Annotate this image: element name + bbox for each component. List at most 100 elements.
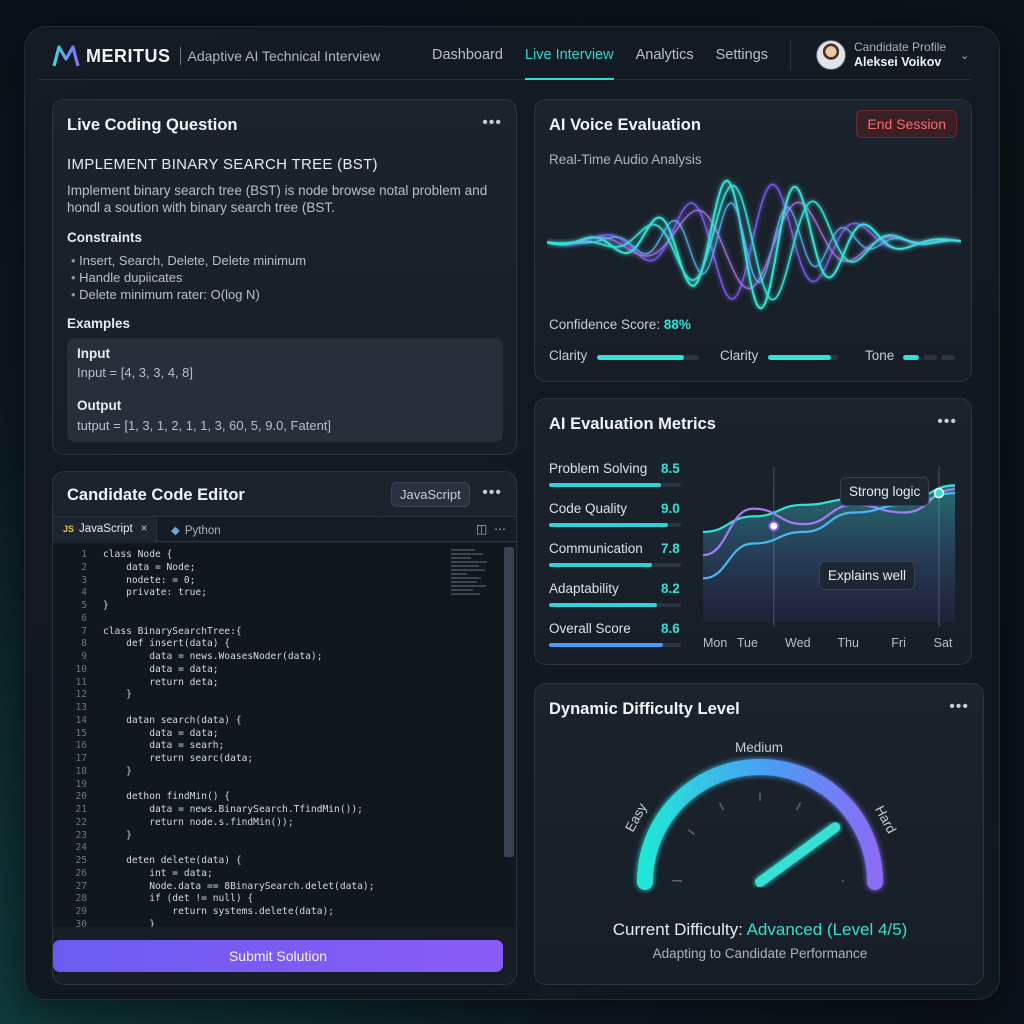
metric-label: Communication [549, 541, 643, 556]
metrics-trend-chart: Mon Tue Wed Thu Fri Sat [703, 467, 956, 650]
submit-solution-button[interactable]: Submit Solution [53, 940, 503, 972]
end-session-button[interactable]: End Session [856, 110, 957, 138]
metric-value: 7.8 [661, 541, 680, 556]
more-options-icon[interactable]: ••• [482, 114, 502, 132]
metric-bar-fill [549, 603, 658, 607]
metric-bar-fill [549, 643, 663, 647]
x-tick-label: Fri [891, 636, 906, 650]
code-editor-card: Candidate Code Editor JavaScript ••• JS J… [52, 471, 517, 985]
code-content[interactable]: class Node { data = Node; nodete: = 0; p… [103, 549, 374, 927]
metric-bar [549, 563, 681, 567]
metric-bar [549, 603, 681, 607]
meter-fill [768, 355, 831, 360]
difficulty-card: Dynamic Difficulty Level ••• Medium Easy… [534, 683, 984, 985]
adapting-text: Adapting to Candidate Performance [652, 946, 868, 961]
meter-label: Clarity [720, 348, 759, 363]
output-value: tutput = [1, 3, 1, 2, 1, 1, 3, 60, 5, 9.… [77, 418, 332, 433]
constraints-title: Constraints [67, 230, 143, 245]
metric-bar [549, 523, 681, 527]
question-description: Implement binary search tree (BST) is no… [67, 183, 488, 215]
metric-label: Problem Solving [549, 461, 648, 476]
metric-bar-fill [549, 523, 668, 527]
scrollbar[interactable] [504, 547, 514, 857]
current-difficulty-label: Current Difficulty: [612, 920, 743, 939]
voice-evaluation-card: AI Voice Evaluation End Session Real-Tim… [534, 99, 972, 382]
difficulty-gauge [637, 759, 883, 890]
list-item: Insert, Search, Delete, Delete minimum [71, 252, 306, 269]
current-difficulty-value: Advanced (Level 4/5) [746, 920, 908, 939]
waveform-line [547, 184, 961, 301]
nav-dashboard[interactable]: Dashboard [432, 30, 503, 80]
profile-menu[interactable]: Candidate Profile Aleksei Voikov ⌄ [816, 40, 969, 70]
list-item: Handle dupiicates [71, 269, 306, 286]
card-title: AI Voice Evaluation [549, 116, 701, 134]
waveform-line [547, 202, 961, 284]
more-options-icon[interactable]: ••• [949, 698, 969, 716]
editor-tools: ◫ ⋯ [476, 522, 506, 536]
minimap[interactable] [451, 549, 491, 605]
chart-annotation: Explains well [819, 561, 916, 590]
javascript-icon: JS [63, 524, 75, 534]
metric-value: 8.6 [661, 621, 680, 636]
metric-bar-fill [549, 563, 652, 567]
waveform-line [547, 183, 961, 300]
divider [179, 47, 181, 65]
tab-label: JavaScript [79, 523, 133, 535]
card-title: AI Evaluation Metrics [549, 415, 716, 433]
confidence-score: Confidence Score: 88% [549, 317, 691, 332]
top-header: MERITUS Adaptive AI Technical Interview … [38, 30, 972, 80]
gauge-tick [796, 802, 802, 811]
more-options-icon[interactable]: ••• [482, 484, 502, 502]
input-label: Input [77, 346, 110, 361]
nav-settings[interactable]: Settings [716, 30, 768, 80]
profile-label: Candidate Profile [854, 40, 947, 54]
x-tick-label: Wed [785, 636, 811, 650]
more-options-icon[interactable]: ••• [937, 413, 957, 431]
metric-label: Overall Score [549, 621, 631, 636]
chart-annotation: Strong logic [840, 477, 930, 506]
metric-bar-fill [549, 483, 662, 487]
nav-analytics[interactable]: Analytics [636, 30, 694, 80]
question-heading: IMPLEMENT BINARY SEARCH TREE (BST) [67, 156, 378, 173]
profile-name: Aleksei Voikov [854, 55, 942, 69]
nav-live-interview[interactable]: Live Interview [524, 30, 614, 80]
code-area[interactable]: 1 2 3 4 5 6 7 8 9 10 11 12 13 14 15 16 1… [53, 543, 516, 927]
language-selector[interactable]: JavaScript [391, 482, 470, 507]
tone-segment [923, 355, 937, 360]
metric-value: 9.0 [661, 501, 680, 516]
gauge-tick [687, 829, 695, 835]
tab-javascript[interactable]: JS JavaScript × [53, 517, 157, 543]
examples-title: Examples [67, 316, 131, 331]
split-view-icon[interactable]: ◫ [476, 522, 487, 536]
tab-label: Python [184, 525, 221, 537]
confidence-label: Confidence Score: [549, 317, 661, 332]
x-tick-label: Tue [737, 636, 758, 650]
chevron-down-icon[interactable]: ⌄ [960, 49, 969, 62]
metric-label: Adaptability [549, 581, 619, 596]
current-difficulty: Current Difficulty: Advanced (Level 4/5) [535, 920, 985, 940]
constraints-list: Insert, Search, Delete, Delete minimum H… [71, 252, 306, 303]
card-title: Dynamic Difficulty Level [549, 700, 740, 718]
more-options-icon[interactable]: ⋯ [494, 522, 506, 536]
metric-label: Code Quality [549, 501, 628, 516]
example-box: Input Input = [4, 3, 3, 4, 8] Output tut… [67, 338, 503, 442]
meritus-logo-icon [52, 45, 80, 67]
tab-python[interactable]: ◆ Python [161, 517, 261, 543]
meter-label: Tone [865, 348, 895, 363]
avatar [816, 40, 846, 70]
coding-question-card: Live Coding Question ••• IMPLEMENT BINAR… [52, 99, 517, 455]
chart-point [768, 520, 780, 532]
evaluation-metrics-card: AI Evaluation Metrics ••• Problem Solvin… [534, 398, 972, 665]
gauge-arc [637, 759, 883, 890]
clarity-meter-2 [768, 355, 838, 360]
audio-waveform [547, 179, 961, 310]
close-icon[interactable]: × [141, 523, 148, 535]
editor-tabs: JS JavaScript × ◆ Python ◫ ⋯ [53, 516, 516, 543]
card-title: Live Coding Question [67, 116, 238, 134]
audio-analysis-label: Real-Time Audio Analysis [549, 152, 702, 167]
metric-value: 8.2 [661, 581, 680, 596]
clarity-meter [597, 355, 699, 360]
app-subtitle: Adaptive AI Technical Interview [187, 48, 381, 64]
output-label: Output [77, 398, 122, 413]
meter-label: Clarity [549, 348, 588, 363]
